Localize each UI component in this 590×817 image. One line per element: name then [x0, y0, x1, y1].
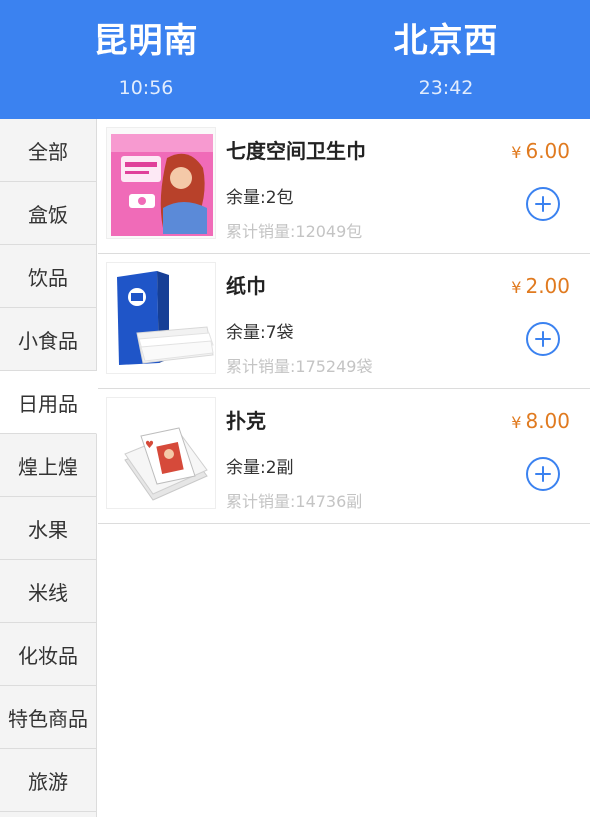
- price-value: 8.00: [525, 409, 570, 433]
- departure-station-name: 昆明南: [93, 21, 199, 61]
- price-value: 2.00: [525, 274, 570, 298]
- product-stock: 余量:2副: [226, 458, 294, 478]
- product-image-sanitary-pad[interactable]: [106, 127, 216, 239]
- product-price: ¥6.00: [511, 139, 570, 163]
- product-sold-count: 累计销量:14736副: [226, 492, 363, 511]
- arrival-station: 北京西 23:42: [346, 18, 546, 100]
- category-cosmetics[interactable]: 化妆品: [0, 623, 96, 686]
- category-specialty[interactable]: 特色商品: [0, 686, 96, 749]
- svg-text:♥: ♥: [145, 440, 154, 451]
- product-name: 纸巾: [226, 274, 266, 298]
- product-name: 七度空间卫生巾: [226, 139, 366, 163]
- add-to-cart-button[interactable]: [526, 187, 560, 221]
- product-stock: 余量:2包: [226, 188, 294, 208]
- product-sold-count: 累计销量:175249袋: [226, 357, 373, 376]
- category-fruit[interactable]: 水果: [0, 497, 96, 560]
- currency-symbol: ¥: [511, 143, 522, 162]
- product-image-tissue[interactable]: [106, 262, 216, 374]
- product-item: ♥ 扑克 ¥8.00 余量:2副 累计销量:14736副: [98, 389, 590, 524]
- product-price: ¥2.00: [511, 274, 570, 298]
- product-item: 纸巾 ¥2.00 余量:7袋 累计销量:175249袋: [98, 254, 590, 389]
- product-image-playing-cards[interactable]: ♥: [106, 397, 216, 509]
- add-to-cart-button[interactable]: [526, 457, 560, 491]
- category-drinks[interactable]: 饮品: [0, 245, 96, 308]
- product-name: 扑克: [226, 409, 266, 433]
- category-rice-noodles[interactable]: 米线: [0, 560, 96, 623]
- arrival-station-name: 北京西: [393, 21, 499, 61]
- product-stock: 余量:7袋: [226, 323, 294, 343]
- category-travel[interactable]: 旅游: [0, 749, 96, 812]
- price-value: 6.00: [525, 139, 570, 163]
- category-daily-goods[interactable]: 日用品: [0, 371, 97, 434]
- currency-symbol: ¥: [511, 278, 522, 297]
- category-boxed-meal[interactable]: 盒饭: [0, 182, 96, 245]
- add-to-cart-button[interactable]: [526, 322, 560, 356]
- category-snacks[interactable]: 小食品: [0, 308, 96, 371]
- product-list: 七度空间卫生巾 ¥6.00 余量:2包 累计销量:12049包 纸巾 ¥2.00…: [98, 119, 590, 817]
- category-sidebar: 全部 盒饭 饮品 小食品 日用品 煌上煌 水果 米线 化妆品 特色商品 旅游: [0, 119, 97, 817]
- category-huangshanghuang[interactable]: 煌上煌: [0, 434, 96, 497]
- arrival-time: 23:42: [418, 77, 474, 99]
- departure-time: 10:56: [118, 77, 174, 99]
- product-item: 七度空间卫生巾 ¥6.00 余量:2包 累计销量:12049包: [98, 119, 590, 254]
- product-price: ¥8.00: [511, 409, 570, 433]
- product-sold-count: 累计销量:12049包: [226, 222, 363, 241]
- currency-symbol: ¥: [511, 413, 522, 432]
- trip-header: 昆明南 10:56 北京西 23:42: [0, 0, 590, 119]
- category-all[interactable]: 全部: [0, 119, 96, 182]
- departure-station: 昆明南 10:56: [46, 18, 246, 100]
